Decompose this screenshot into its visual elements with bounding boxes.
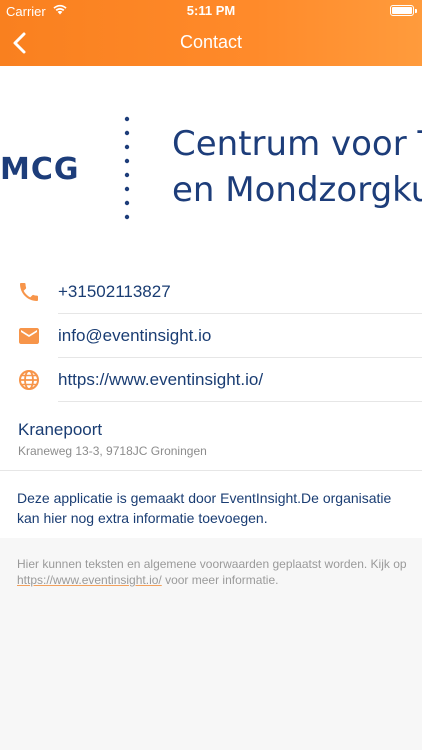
logo-divider-dots: [124, 116, 130, 220]
status-time: 5:11 PM: [186, 3, 236, 18]
location-block: Kranepoort Kraneweg 13-3, 9718JC Groning…: [18, 420, 207, 458]
page-title: Contact: [179, 32, 243, 52]
battery-icon: [390, 5, 417, 16]
contact-phone-row[interactable]: +31502113827: [0, 270, 422, 314]
contact-email-row[interactable]: info@eventinsight.io: [0, 314, 422, 358]
logo-title-line2: en Mondzorgkunde: [172, 170, 422, 210]
website-url: https://www.eventinsight.io/: [58, 370, 264, 389]
phone-icon: [20, 283, 38, 301]
footer-text-before: Hier kunnen teksten en algemene voorwaar…: [17, 557, 407, 571]
organization-description: Deze applicatie is gemaakt door EventIns…: [17, 490, 392, 526]
footer-text-after: voor meer informatie.: [161, 573, 279, 587]
app-header: Carrier 5:11 PM Contact: [0, 0, 422, 66]
contact-website-row[interactable]: https://www.eventinsight.io/: [0, 358, 422, 402]
globe-icon: [19, 370, 39, 390]
location-name: Kranepoort: [18, 420, 103, 439]
location-address: Kraneweg 13-3, 9718JC Groningen: [18, 444, 207, 458]
email-address: info@eventinsight.io: [58, 326, 212, 345]
divider: [0, 470, 422, 471]
mail-icon: [19, 328, 39, 344]
phone-number: +31502113827: [58, 282, 171, 301]
contact-list: +31502113827 info@eventinsight.io https:…: [0, 256, 422, 538]
footer-link[interactable]: https://www.eventinsight.io/: [17, 573, 162, 587]
organization-logo: MCG Centrum voor Tandheelkunde en Mondzo…: [0, 66, 422, 256]
logo-mcg-text: MCG: [0, 152, 80, 187]
status-bar: Carrier 5:11 PM: [0, 0, 422, 22]
footer-disclaimer: Hier kunnen teksten en algemene voorwaar…: [17, 556, 412, 588]
logo-title-line1: Centrum voor Tandheelkunde: [172, 124, 422, 164]
